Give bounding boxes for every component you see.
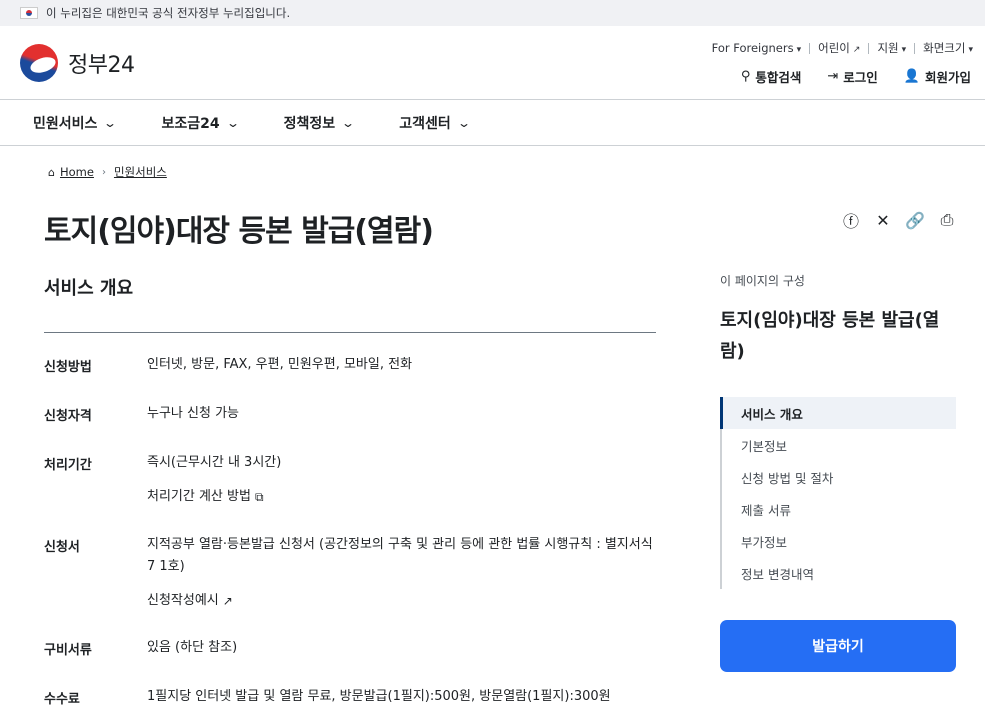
- chevron-down-icon: ⌄: [341, 115, 356, 130]
- chevron-down-icon: ⌄: [456, 115, 471, 130]
- chevron-down-icon: ⌄: [225, 115, 240, 130]
- nav-item-policy[interactable]: 정책정보 ⌄: [284, 113, 356, 133]
- info-value: 즉시(근무시간 내 3시간): [147, 455, 282, 470]
- chevron-down-icon: ▾: [968, 45, 973, 55]
- toc-item-overview[interactable]: 서비스 개요: [720, 397, 956, 429]
- breadcrumb-current[interactable]: 민원서비스: [114, 164, 167, 180]
- nav-item-customer-center[interactable]: 고객센터 ⌄: [399, 113, 471, 133]
- info-label: 신청자격: [44, 409, 92, 424]
- kids-link[interactable]: 어린이 ↗: [818, 40, 860, 56]
- toc-caption: 이 페이지의 구성: [720, 274, 805, 288]
- form-example-link[interactable]: 신청작성예시 ↗: [147, 590, 664, 612]
- info-value: 누구나 신청 가능: [147, 406, 239, 421]
- share-tools: ⓕ ✕ 🔗 ⎙: [829, 210, 957, 231]
- x-twitter-icon[interactable]: ✕: [873, 210, 893, 230]
- page-toc: 이 페이지의 구성 토지(임야)대장 등본 발급(열람) 서비스 개요 기본정보…: [720, 272, 956, 589]
- search-icon: ⚲: [740, 69, 751, 84]
- nav-item-civil-service[interactable]: 민원서비스 ⌄: [33, 113, 118, 133]
- popup-icon: ⧉: [254, 490, 264, 504]
- login-icon: ⇥: [827, 69, 839, 84]
- page-title: 토지(임야)대장 등본 발급(열람): [44, 214, 434, 249]
- header: 정부24 For Foreigners ▾ 어린이 ↗ 지원 ▾ 화면크기 ▾ ⚲ 통합검…: [0, 26, 985, 100]
- info-value-block: 즉시(근무시간 내 3시간) 처리기간 계산 방법 ⧉: [147, 452, 664, 534]
- link-copy-icon[interactable]: 🔗: [905, 210, 925, 230]
- logo[interactable]: 정부24: [20, 44, 135, 82]
- logo-name: 정부24: [68, 53, 135, 78]
- divider: [868, 42, 870, 54]
- info-value-block: 지적공부 열람·등본발급 신청서 (공간정보의 구축 및 관리 등에 관한 법률…: [147, 534, 664, 637]
- info-row: 구비서류 있음 (하단 참조): [44, 637, 664, 686]
- header-actions: ⚲ 통합검색 ⇥ 로그인 👤 회원가입: [715, 67, 971, 86]
- for-foreigners-link[interactable]: For Foreigners ▾: [712, 41, 802, 55]
- breadcrumb-home[interactable]: Home: [60, 165, 94, 179]
- zoom-menu[interactable]: 화면크기 ▾: [923, 40, 973, 56]
- signup-button[interactable]: 👤 회원가입: [904, 67, 971, 86]
- toc-item-changes[interactable]: 정보 변경내역: [722, 557, 956, 589]
- chevron-down-icon: ▾: [901, 45, 907, 55]
- home-icon: ⌂: [48, 165, 55, 179]
- external-link-icon: ↗: [222, 594, 233, 608]
- chevron-down-icon: ▾: [796, 45, 802, 55]
- toc-item-documents[interactable]: 제출 서류: [722, 493, 956, 525]
- korea-flag-icon: [20, 7, 38, 19]
- main-nav: 민원서비스 ⌄ 보조금24 ⌄ 정책정보 ⌄ 고객센터 ⌄: [0, 100, 985, 146]
- toc-item-procedure[interactable]: 신청 방법 및 절차: [722, 461, 956, 493]
- gov-banner: 이 누리집은 대한민국 공식 전자정부 누리집입니다.: [0, 0, 985, 26]
- taegeuk-logo-icon: [20, 44, 58, 82]
- breadcrumb: ⌂ Home › 민원서비스: [48, 164, 167, 180]
- login-button[interactable]: ⇥ 로그인: [827, 67, 877, 86]
- user-add-icon: 👤: [903, 69, 920, 84]
- info-value: 1필지당 인터넷 발급 및 열람 무료, 방문발급(1필지):500원, 방문열…: [147, 689, 611, 704]
- info-row: 신청자격 누구나 신청 가능: [44, 403, 664, 452]
- toc-item-basic-info[interactable]: 기본정보: [722, 429, 956, 461]
- processing-time-link[interactable]: 처리기간 계산 방법 ⧉: [147, 486, 664, 508]
- divider: [914, 42, 916, 54]
- info-label: 신청방법: [44, 360, 92, 375]
- info-row: 신청방법 인터넷, 방문, FAX, 우편, 민원우편, 모바일, 전화: [44, 354, 664, 403]
- support-menu[interactable]: 지원 ▾: [877, 40, 906, 56]
- utility-nav: For Foreigners ▾ 어린이 ↗ 지원 ▾ 화면크기 ▾: [712, 40, 973, 56]
- nav-item-subsidy[interactable]: 보조금24 ⌄: [161, 113, 240, 133]
- info-value: 인터넷, 방문, FAX, 우편, 민원우편, 모바일, 전화: [147, 357, 413, 372]
- toc-title: 토지(임야)대장 등본 발급(열람): [720, 310, 940, 362]
- external-link-icon: ↗: [852, 45, 861, 55]
- chevron-down-icon: ⌄: [103, 115, 118, 130]
- info-row: 신청서 지적공부 열람·등본발급 신청서 (공간정보의 구축 및 관리 등에 관…: [44, 534, 664, 637]
- divider: [809, 42, 811, 54]
- search-button[interactable]: ⚲ 통합검색: [741, 67, 802, 86]
- chevron-right-icon: ›: [101, 166, 106, 178]
- toc-item-additional[interactable]: 부가정보: [722, 525, 956, 557]
- info-value: 있음 (하단 참조): [147, 640, 238, 655]
- info-label: 신청서: [44, 540, 80, 555]
- info-row: 처리기간 즉시(근무시간 내 3시간) 처리기간 계산 방법 ⧉: [44, 452, 664, 534]
- info-label: 구비서류: [44, 643, 92, 658]
- info-label: 수수료: [44, 692, 80, 707]
- toc-list: 서비스 개요 기본정보 신청 방법 및 절차 제출 서류 부가정보 정보 변경내…: [720, 397, 956, 589]
- issue-button[interactable]: 발급하기: [720, 620, 956, 672]
- service-info: 신청방법 인터넷, 방문, FAX, 우편, 민원우편, 모바일, 전화 신청자…: [44, 354, 664, 726]
- info-value: 지적공부 열람·등본발급 신청서 (공간정보의 구축 및 관리 등에 관한 법률…: [147, 537, 653, 574]
- info-label: 처리기간: [44, 458, 92, 473]
- gov-banner-text: 이 누리집은 대한민국 공식 전자정부 누리집입니다.: [46, 6, 291, 20]
- section-title: 서비스 개요: [44, 278, 134, 299]
- facebook-icon[interactable]: ⓕ: [841, 210, 861, 231]
- print-icon[interactable]: ⎙: [937, 210, 957, 230]
- divider: [44, 332, 656, 333]
- info-row: 수수료 1필지당 인터넷 발급 및 열람 무료, 방문발급(1필지):500원,…: [44, 686, 664, 726]
